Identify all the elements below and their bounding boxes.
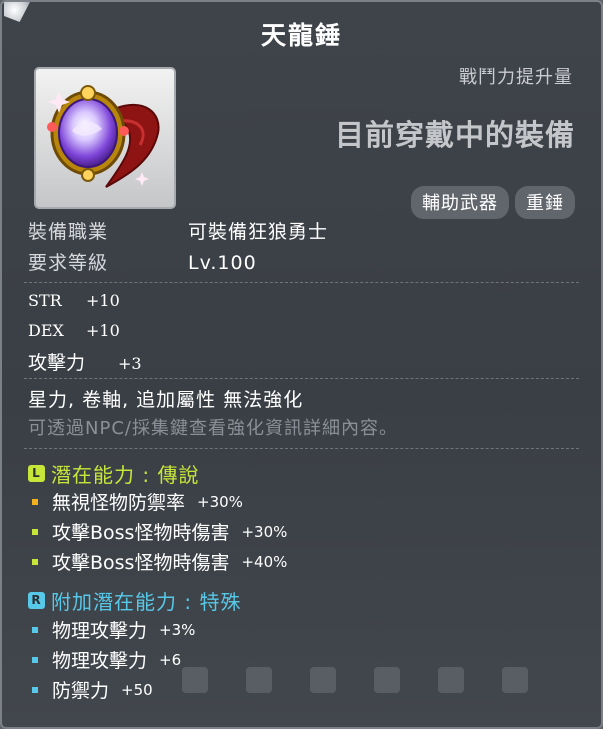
bullet-icon	[32, 558, 38, 565]
requirement-value: 可裝備狂狼勇士	[188, 221, 329, 243]
stat-dex: DEX +10	[28, 321, 120, 340]
potential-header: L 潛在能力 : 傳說	[28, 459, 199, 488]
potential-line: 攻擊Boss怪物時傷害 +40%	[32, 548, 287, 575]
item-tooltip: 天龍錘 戰鬥力提升量 目前穿戴中的裝備 輔助武器 重錘 裝備職業 可裝備狂狼勇士…	[0, 0, 603, 729]
faded-menu-icon	[374, 667, 400, 693]
stat-name: STR	[28, 291, 62, 310]
background-menu-icons	[182, 667, 528, 693]
potential-text: 攻擊Boss怪物時傷害	[52, 522, 230, 544]
legendary-grade-icon: L	[28, 465, 45, 482]
bullet-icon	[32, 528, 38, 535]
bullet-icon	[32, 656, 38, 663]
category-badge-type: 重錘	[515, 186, 575, 219]
potential-line: 攻擊Boss怪物時傷害 +30%	[32, 518, 287, 545]
potential-value: +6	[159, 650, 182, 669]
potential-value: +40%	[241, 552, 288, 571]
equipped-status: 目前穿戴中的裝備	[334, 118, 575, 152]
item-name: 天龍錘	[260, 21, 342, 50]
requirement-job: 裝備職業 可裝備狂狼勇士	[28, 217, 328, 244]
faded-menu-icon	[438, 667, 464, 693]
potential-title: 潛在能力 : 傳說	[51, 463, 200, 487]
potential-text: 無視怪物防禦率	[52, 492, 186, 514]
additional-potential-title: 附加潛在能力 : 特殊	[51, 590, 242, 614]
requirement-level: 要求等級 Lv.100	[28, 248, 257, 275]
faded-menu-icon	[502, 667, 528, 693]
bullet-icon	[32, 686, 38, 693]
divider	[24, 282, 579, 283]
power-increase-label: 戰鬥力提升量	[459, 67, 573, 88]
additional-potential-line: 防禦力 +50	[32, 676, 153, 703]
dragon-hammer-icon	[47, 85, 160, 188]
rare-grade-icon: R	[28, 592, 45, 609]
potential-text: 物理攻擊力	[52, 620, 148, 642]
requirement-label: 裝備職業	[28, 221, 109, 243]
potential-line: 無視怪物防禦率 +30%	[32, 488, 243, 515]
stat-attack: 攻擊力 +3	[28, 348, 142, 375]
restriction-note: 星力, 卷軸, 追加屬性 無法強化	[28, 389, 304, 411]
stat-name: 攻擊力	[28, 352, 86, 374]
potential-value: +30%	[197, 492, 243, 511]
bullet-icon	[32, 626, 38, 633]
requirement-value: Lv.100	[188, 252, 257, 274]
additional-potential-line: 物理攻擊力 +6	[32, 646, 181, 673]
potential-text: 防禦力	[52, 680, 110, 702]
divider	[24, 448, 579, 449]
potential-text: 攻擊Boss怪物時傷害	[52, 552, 230, 574]
potential-value: +3%	[159, 620, 196, 639]
stat-value: +10	[86, 291, 120, 310]
faded-menu-icon	[246, 667, 272, 693]
stat-value: +3	[118, 354, 142, 373]
stat-str: STR +10	[28, 291, 120, 310]
additional-potential-line: 物理攻擊力 +3%	[32, 616, 195, 643]
faded-menu-icon	[310, 667, 336, 693]
category-badges: 輔助武器 重錘	[411, 186, 575, 219]
enhancement-hint: 可透過NPC/採集鍵查看強化資訊詳細內容。	[28, 418, 398, 439]
potential-text: 物理攻擊力	[52, 650, 148, 672]
potential-value: +50	[121, 680, 153, 699]
divider	[24, 378, 579, 379]
faded-menu-icon	[182, 667, 208, 693]
potential-value: +30%	[241, 522, 288, 541]
item-icon-frame	[34, 67, 176, 209]
bullet-icon	[32, 498, 38, 505]
category-badge-secondary: 輔助武器	[411, 186, 509, 219]
requirement-label: 要求等級	[28, 252, 109, 274]
stat-value: +10	[86, 321, 120, 340]
additional-potential-header: R 附加潛在能力 : 特殊	[28, 586, 241, 615]
stat-name: DEX	[28, 321, 64, 340]
